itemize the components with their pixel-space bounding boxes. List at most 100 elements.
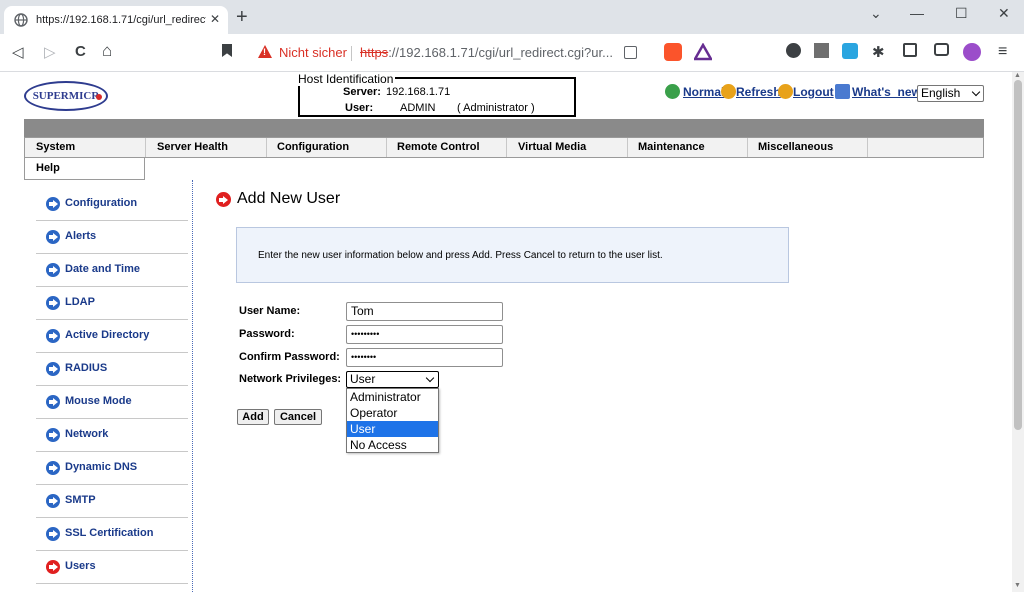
sidebar-item-label: Dynamic DNS	[65, 461, 138, 473]
menu-miscellaneous[interactable]: Miscellaneous	[747, 138, 868, 157]
option-user[interactable]: User	[347, 421, 438, 437]
home-button[interactable]: ⌂	[102, 41, 112, 61]
address-bar[interactable]: ! Nicht sicher https://192.168.1.71/cgi/…	[244, 39, 644, 67]
menu-virtual-media[interactable]: Virtual Media	[507, 138, 628, 157]
arrow-right-icon	[46, 527, 60, 541]
globe-icon	[14, 13, 28, 27]
sidebar-item-smtp[interactable]: SMTP	[36, 485, 188, 518]
url-text[interactable]: https://192.168.1.71/cgi/url_redirect.cg…	[360, 45, 613, 60]
sidebar-item-dynamic-dns[interactable]: Dynamic DNS	[36, 452, 188, 485]
user-label: User:	[345, 102, 374, 114]
not-secure-label[interactable]: Nicht sicher	[279, 45, 347, 60]
password-label: Password:	[239, 328, 295, 340]
sidebar-item-ldap[interactable]: LDAP	[36, 287, 188, 320]
supermicro-logo: SUPERMICR	[24, 81, 108, 111]
sidebar-icon[interactable]	[903, 43, 917, 57]
reload-button[interactable]: C	[75, 43, 86, 60]
brave-shield-icon[interactable]	[664, 43, 682, 61]
page-scrollbar[interactable]: ▲ ▼	[1012, 72, 1024, 592]
username-label: User Name:	[239, 305, 301, 317]
puzzle-icon[interactable]: ✱	[872, 43, 890, 61]
new-tab-button[interactable]: +	[236, 7, 248, 27]
sidebar-item-users[interactable]: Users	[36, 551, 188, 584]
sidebar-item-label: Users	[65, 560, 96, 572]
tab-title: https://192.168.1.71/cgi/url_redirect.c	[36, 14, 206, 26]
scroll-down-icon[interactable]: ▼	[1014, 582, 1021, 589]
sidebar-item-date-time[interactable]: Date and Time	[36, 254, 188, 287]
arrow-right-icon	[46, 395, 60, 409]
tab-search-icon[interactable]: ⌄	[870, 5, 882, 22]
arrow-right-active-icon	[46, 560, 60, 574]
forward-button[interactable]: ▷	[44, 43, 56, 61]
menu-remote-control[interactable]: Remote Control	[386, 138, 507, 157]
server-label: Server:	[343, 86, 381, 98]
sidebar-item-label: Active Directory	[65, 329, 150, 341]
sidebar-item-mouse-mode[interactable]: Mouse Mode	[36, 386, 188, 419]
page-title: Add New User	[237, 190, 341, 207]
url-scheme: https	[360, 45, 389, 60]
arrow-right-icon	[46, 263, 60, 277]
language-select[interactable]: English	[917, 85, 984, 102]
menu-maintenance[interactable]: Maintenance	[627, 138, 748, 157]
confirm-password-input[interactable]: ••••••••	[346, 348, 503, 367]
info-box: Enter the new user information below and…	[236, 227, 789, 283]
gear-extension-icon[interactable]	[786, 43, 801, 58]
arrow-right-icon	[46, 494, 60, 508]
network-privileges-select[interactable]: User	[346, 371, 439, 388]
sidebar-item-configuration[interactable]: Configuration	[36, 188, 188, 221]
sidebar-item-label: RADIUS	[65, 362, 108, 374]
wallet-icon[interactable]	[934, 43, 949, 56]
menu-server-health[interactable]: Server Health	[146, 138, 267, 157]
window-close-button[interactable]: ✕	[998, 5, 1010, 22]
arrow-right-icon	[46, 329, 60, 343]
header-gray-bar	[24, 119, 984, 137]
refresh-link[interactable]: Refresh	[736, 85, 781, 99]
url-rest: ://192.168.1.71/cgi/url_redirect.cgi?ur.…	[388, 45, 613, 60]
sidebar-item-radius[interactable]: RADIUS	[36, 353, 188, 386]
logout-link[interactable]: Logout	[793, 85, 834, 99]
menu-system[interactable]: System	[25, 138, 146, 157]
username-input[interactable]: Tom	[346, 302, 503, 321]
option-no-access[interactable]: No Access	[347, 437, 438, 453]
brave-rewards-icon[interactable]	[694, 43, 712, 61]
pixel-extension-icon[interactable]	[814, 43, 829, 58]
bookmark-icon[interactable]	[222, 44, 232, 57]
profile-avatar[interactable]	[963, 43, 981, 61]
sidebar-item-active-directory[interactable]: Active Directory	[36, 320, 188, 353]
host-identification-legend: Host Identification	[298, 72, 396, 86]
option-administrator[interactable]: Administrator	[347, 389, 438, 405]
back-button[interactable]: ◁	[12, 43, 24, 61]
share-icon[interactable]	[624, 46, 637, 59]
add-button[interactable]: Add	[237, 409, 269, 425]
sidebar-item-network[interactable]: Network	[36, 419, 188, 452]
logo-text: SUPERMICR	[32, 90, 100, 102]
user-value: ADMIN	[400, 102, 436, 114]
menu-configuration[interactable]: Configuration	[266, 138, 387, 157]
scroll-up-icon[interactable]: ▲	[1014, 72, 1021, 79]
confirm-password-label: Confirm Password:	[239, 351, 340, 363]
password-input[interactable]: •••••••••	[346, 325, 503, 344]
browser-menu-icon[interactable]: ≡	[998, 43, 1016, 61]
minimize-button[interactable]: —	[910, 5, 924, 21]
sidebar-item-ssl-certification[interactable]: SSL Certification	[36, 518, 188, 551]
menu-help[interactable]: Help	[24, 158, 145, 180]
calendar-extension-icon[interactable]	[842, 43, 858, 59]
sidebar-item-label: SSL Certification	[65, 527, 154, 539]
info-text: Enter the new user information below and…	[258, 250, 663, 261]
monitor-icon	[835, 84, 850, 99]
sidebar-item-label: Mouse Mode	[65, 395, 132, 407]
option-operator[interactable]: Operator	[347, 405, 438, 421]
refresh-icon	[721, 84, 736, 99]
tab-close-icon[interactable]: ✕	[210, 12, 220, 26]
scrollbar-thumb[interactable]	[1014, 80, 1022, 430]
sidebar-item-alerts[interactable]: Alerts	[36, 221, 188, 254]
normal-link[interactable]: Normal	[683, 85, 724, 99]
sidebar-item-label: SMTP	[65, 494, 96, 506]
privileges-value: User	[350, 372, 376, 386]
arrow-right-icon	[46, 428, 60, 442]
browser-tab[interactable]: https://192.168.1.71/cgi/url_redirect.c …	[4, 6, 228, 34]
cancel-button[interactable]: Cancel	[274, 409, 322, 425]
maximize-button[interactable]: ☐	[955, 5, 968, 22]
whats-new-link[interactable]: What's_new	[852, 85, 921, 99]
arrow-right-icon	[46, 461, 60, 475]
